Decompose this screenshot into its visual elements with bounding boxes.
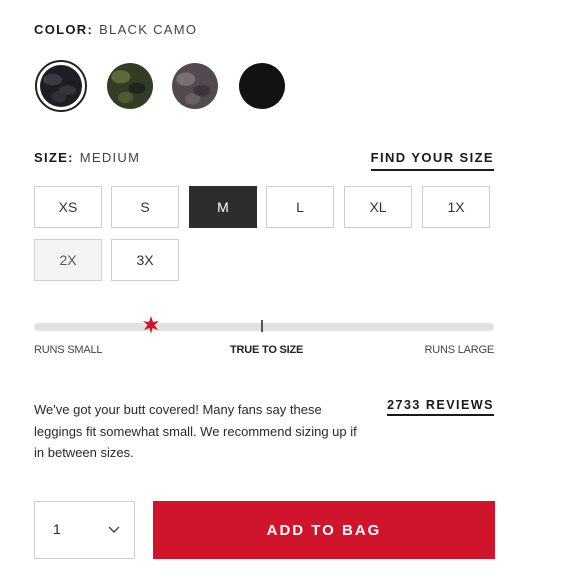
chevron-down-icon — [108, 526, 120, 533]
selected-color: BLACK CAMO — [99, 22, 198, 37]
size-option-s[interactable]: S — [111, 186, 179, 228]
quantity-select[interactable]: 1 — [34, 501, 135, 559]
runs-large-label: RUNS LARGE — [424, 344, 494, 356]
black-camo-swatch-icon — [40, 65, 82, 107]
true-to-size-label: TRUE TO SIZE — [230, 344, 304, 356]
color-label: COLOR: — [34, 22, 94, 37]
size-label: SIZE: — [34, 150, 74, 165]
size-option-xl[interactable]: XL — [344, 186, 412, 228]
reviews-link[interactable]: 2733 REVIEWS — [387, 398, 494, 416]
swatch-green-camo[interactable] — [104, 60, 156, 112]
find-your-size-link[interactable]: FIND YOUR SIZE — [370, 150, 494, 171]
quantity-value: 1 — [53, 521, 61, 537]
size-option-xs[interactable]: XS — [34, 186, 102, 228]
size-label-row: SIZE: MEDIUM — [34, 150, 140, 165]
size-option-1x[interactable]: 1X — [422, 186, 490, 228]
swatch-black[interactable] — [236, 60, 288, 112]
add-to-bag-button[interactable]: ADD TO BAG — [153, 501, 495, 559]
size-option-m[interactable]: M — [189, 186, 257, 228]
size-option-3x[interactable]: 3X — [111, 239, 179, 281]
size-option-2x[interactable]: 2X — [34, 239, 102, 281]
fit-scale-center-tick — [261, 320, 263, 332]
fit-note: We've got your butt covered! Many fans s… — [34, 402, 357, 460]
black-swatch-icon — [239, 63, 285, 109]
swatch-black-camo[interactable] — [35, 60, 87, 112]
size-option-l[interactable]: L — [266, 186, 334, 228]
swatch-grey-camo[interactable] — [169, 60, 221, 112]
grey-camo-swatch-icon — [172, 63, 218, 109]
green-camo-swatch-icon — [107, 63, 153, 109]
runs-small-label: RUNS SMALL — [34, 344, 103, 356]
fit-marker-icon — [143, 316, 159, 334]
selected-size: MEDIUM — [79, 150, 141, 165]
color-label-row: COLOR: BLACK CAMO — [34, 22, 197, 37]
fit-scale-track — [34, 323, 494, 331]
